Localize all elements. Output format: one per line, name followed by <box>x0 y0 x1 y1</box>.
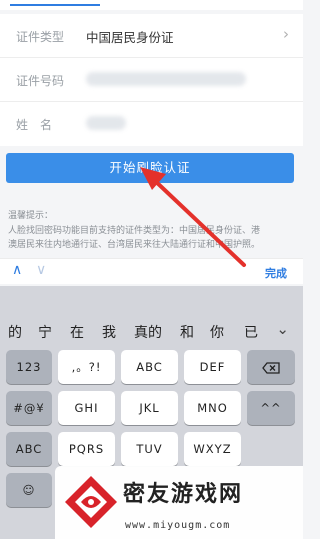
done-button[interactable]: 完成 <box>265 265 287 281</box>
candidate-word[interactable]: 的 <box>8 322 22 342</box>
abc-letters-key[interactable]: ABC <box>121 350 178 384</box>
tips-line-2: 澳居民来往内地通行证、台湾居民来往大陆通行证和中国护照。 <box>8 240 261 250</box>
ghi-key[interactable]: GHI <box>58 391 115 425</box>
id-number-field-blurred[interactable] <box>86 72 246 86</box>
tips-line-1: 人脸找回密码功能目前支持的证件类型为：中国居民身份证、港 <box>8 226 261 236</box>
identity-form: 证件类型 中国居民身份证 › 证件号码 姓 名 <box>0 14 303 146</box>
chevron-right-icon: › <box>283 25 289 43</box>
wxyz-key[interactable]: WXYZ <box>184 432 241 466</box>
pqrs-key[interactable]: PQRS <box>58 432 115 466</box>
keyboard-accessory-bar: ∧ ∨ 完成 <box>0 258 303 284</box>
numbers-key[interactable]: 123 <box>6 350 52 384</box>
active-tab-indicator <box>10 4 100 6</box>
id-number-label: 证件号码 <box>16 74 65 88</box>
mno-key[interactable]: MNO <box>184 391 241 425</box>
expand-candidates-icon[interactable]: ⌄ <box>276 320 289 338</box>
chevron-up-icon[interactable]: ∧ <box>12 262 22 278</box>
punctuation-key[interactable]: ,。?! <box>58 350 115 384</box>
tips-title: 温馨提示： <box>8 211 54 221</box>
abc-key[interactable]: ABC <box>6 432 52 466</box>
watermark-url: www.miyougm.com <box>125 520 231 531</box>
candidate-word[interactable]: 已 <box>244 322 258 342</box>
caret-key[interactable]: ^^ <box>247 391 295 425</box>
tuv-key[interactable]: TUV <box>121 432 178 466</box>
candidate-word[interactable]: 你 <box>210 322 224 342</box>
candidate-word[interactable]: 真的 <box>134 322 162 342</box>
id-number-row[interactable]: 证件号码 <box>0 58 303 102</box>
delete-key[interactable] <box>247 350 295 384</box>
symbols-key[interactable]: #@¥ <box>6 391 52 425</box>
id-type-value[interactable]: 中国居民身份证 <box>86 27 174 46</box>
emoji-key[interactable]: ☺ <box>6 473 52 507</box>
top-strip <box>0 0 303 10</box>
start-face-verification-button[interactable]: 开始刷脸认证 <box>6 153 294 183</box>
chevron-down-icon[interactable]: ∨ <box>36 262 46 278</box>
backspace-icon <box>262 361 280 374</box>
watermark-banner: 密友游戏网 www.miyougm.com <box>55 466 303 539</box>
candidate-word[interactable]: 宁 <box>38 322 52 342</box>
id-type-label: 证件类型 <box>16 30 65 44</box>
candidate-word[interactable]: 我 <box>102 322 116 342</box>
candidate-word[interactable]: 和 <box>180 322 194 342</box>
name-label: 姓 名 <box>16 118 53 132</box>
watermark-title: 密友游戏网 <box>123 482 244 507</box>
jkl-key[interactable]: JKL <box>121 391 178 425</box>
name-row[interactable]: 姓 名 <box>0 102 303 146</box>
site-logo-icon <box>65 476 117 528</box>
def-key[interactable]: DEF <box>184 350 241 384</box>
name-field-blurred[interactable] <box>86 116 126 130</box>
tips-box: 温馨提示： 人脸找回密码功能目前支持的证件类型为：中国居民身份证、港 澳居民来往… <box>8 209 298 252</box>
id-type-row[interactable]: 证件类型 中国居民身份证 › <box>0 14 303 58</box>
candidate-word[interactable]: 在 <box>70 322 84 342</box>
